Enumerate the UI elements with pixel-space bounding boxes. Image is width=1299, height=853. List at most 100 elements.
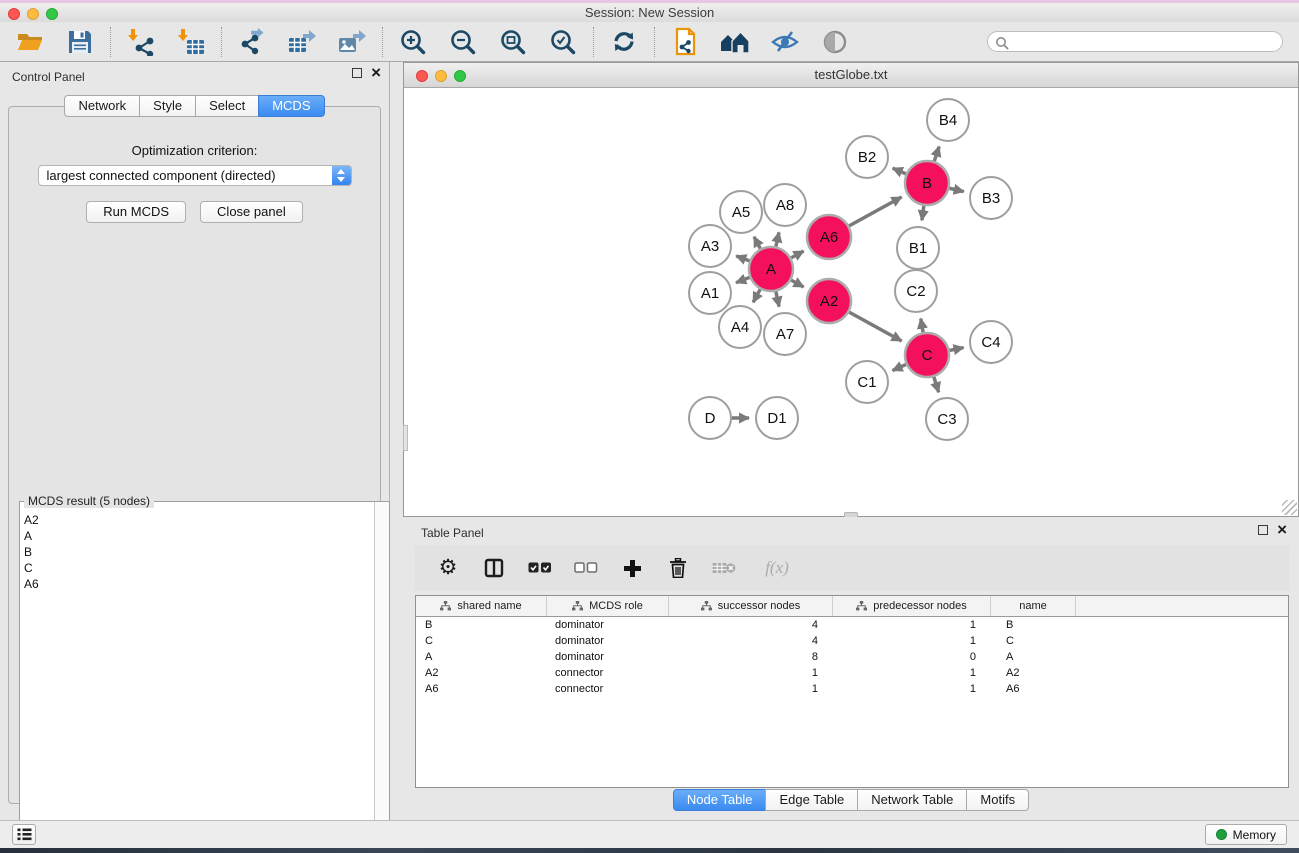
edge-C-C2[interactable] xyxy=(921,319,923,333)
result-item[interactable]: A6 xyxy=(24,576,373,592)
node-A6[interactable]: A6 xyxy=(807,215,851,259)
network-window-titlebar[interactable]: testGlobe.txt xyxy=(404,63,1298,88)
edge-A-A1[interactable] xyxy=(736,277,750,282)
node-B1[interactable]: B1 xyxy=(897,227,939,269)
refresh-view-button[interactable] xyxy=(608,26,640,58)
node-A7[interactable]: A7 xyxy=(764,313,806,355)
show-panels-button[interactable] xyxy=(12,824,36,845)
mcds-result-list[interactable]: A2ABCA6 xyxy=(21,510,373,839)
edge-C-C1[interactable] xyxy=(893,364,906,370)
tab-style[interactable]: Style xyxy=(139,95,196,117)
column-header-successor-nodes[interactable]: successor nodes xyxy=(669,596,833,616)
show-graphics-details-button[interactable] xyxy=(819,26,851,58)
edge-A-A3[interactable] xyxy=(736,256,749,261)
hide-graphics-details-button[interactable] xyxy=(769,26,801,58)
cyndex-browser-button[interactable] xyxy=(719,26,751,58)
result-item[interactable]: C xyxy=(24,560,373,576)
search-field[interactable] xyxy=(987,31,1283,52)
import-table-button[interactable] xyxy=(175,26,207,58)
node-A2[interactable]: A2 xyxy=(807,279,851,323)
function-builder-button[interactable]: f(x) xyxy=(757,553,797,583)
node-B3[interactable]: B3 xyxy=(970,177,1012,219)
node-A4[interactable]: A4 xyxy=(719,306,761,348)
float-panel-icon[interactable] xyxy=(352,68,362,78)
table-row[interactable]: Bdominator41B xyxy=(416,617,1288,633)
new-network-from-selection-button[interactable] xyxy=(669,26,701,58)
edge-A2-C[interactable] xyxy=(849,312,901,341)
node-C1[interactable]: C1 xyxy=(846,361,888,403)
node-A8[interactable]: A8 xyxy=(764,184,806,226)
edge-A-A2[interactable] xyxy=(791,280,803,287)
node-C4[interactable]: C4 xyxy=(970,321,1012,363)
memory-button[interactable]: Memory xyxy=(1205,824,1287,845)
export-table-button[interactable] xyxy=(286,26,318,58)
tab-select[interactable]: Select xyxy=(195,95,259,117)
tab-network-table[interactable]: Network Table xyxy=(857,789,967,811)
open-session-button[interactable] xyxy=(14,26,46,58)
optimization-criterion-dropdown[interactable]: largest connected component (directed) xyxy=(38,165,352,186)
tab-motifs[interactable]: Motifs xyxy=(966,789,1029,811)
column-layout-button[interactable] xyxy=(481,553,507,583)
table-row[interactable]: A6connector11A6 xyxy=(416,681,1288,697)
pane-divider-handle[interactable] xyxy=(403,425,408,451)
import-network-button[interactable] xyxy=(125,26,157,58)
edge-A-A7[interactable] xyxy=(776,291,779,306)
edge-A-A8[interactable] xyxy=(776,232,779,246)
close-panel-button[interactable]: Close panel xyxy=(200,201,303,223)
table-row[interactable]: Adominator80A xyxy=(416,649,1288,665)
edge-A-A4[interactable] xyxy=(753,289,760,302)
edge-B-B4[interactable] xyxy=(934,147,939,162)
resize-grip-icon[interactable] xyxy=(1282,500,1297,515)
node-A1[interactable]: A1 xyxy=(689,272,731,314)
node-B4[interactable]: B4 xyxy=(927,99,969,141)
node-A[interactable]: A xyxy=(749,247,793,291)
node-C2[interactable]: C2 xyxy=(895,270,937,312)
node-C3[interactable]: C3 xyxy=(926,398,968,440)
edge-B-B2[interactable] xyxy=(893,168,906,174)
table-row[interactable]: Cdominator41C xyxy=(416,633,1288,649)
select-all-button[interactable] xyxy=(527,553,553,583)
delete-table-button[interactable] xyxy=(711,553,737,583)
run-mcds-button[interactable]: Run MCDS xyxy=(86,201,186,223)
table-row[interactable]: A2connector11A2 xyxy=(416,665,1288,681)
close-panel-icon[interactable]: × xyxy=(1277,525,1287,535)
node-D[interactable]: D xyxy=(689,397,731,439)
float-panel-icon[interactable] xyxy=(1258,525,1268,535)
zoom-fit-button[interactable] xyxy=(497,26,529,58)
close-panel-icon[interactable]: × xyxy=(371,68,381,78)
result-item[interactable]: A2 xyxy=(24,512,373,528)
tab-network[interactable]: Network xyxy=(64,95,140,117)
zoom-out-button[interactable] xyxy=(447,26,479,58)
node-A5[interactable]: A5 xyxy=(720,191,762,233)
save-session-button[interactable] xyxy=(64,26,96,58)
result-scrollbar[interactable] xyxy=(374,502,389,840)
zoom-in-button[interactable] xyxy=(397,26,429,58)
column-header-MCDS-role[interactable]: MCDS role xyxy=(547,596,669,616)
result-item[interactable]: A xyxy=(24,528,373,544)
search-input[interactable] xyxy=(1012,35,1262,49)
tab-mcds[interactable]: MCDS xyxy=(258,95,324,117)
column-header-name[interactable]: name xyxy=(991,596,1076,616)
export-network-button[interactable] xyxy=(236,26,268,58)
export-image-button[interactable] xyxy=(336,26,368,58)
tab-node-table[interactable]: Node Table xyxy=(673,789,767,811)
table-settings-button[interactable]: ⚙ xyxy=(435,553,461,583)
node-A3[interactable]: A3 xyxy=(689,225,731,267)
edge-A-A5[interactable] xyxy=(754,237,760,249)
edge-C-C3[interactable] xyxy=(934,377,939,392)
zoom-selected-button[interactable] xyxy=(547,26,579,58)
column-header-shared-name[interactable]: shared name xyxy=(416,596,547,616)
node-D1[interactable]: D1 xyxy=(756,397,798,439)
deselect-all-button[interactable] xyxy=(573,553,599,583)
edge-B-B3[interactable] xyxy=(949,188,963,191)
node-B[interactable]: B xyxy=(905,161,949,205)
add-column-button[interactable] xyxy=(619,553,645,583)
edge-C-C4[interactable] xyxy=(950,348,964,351)
tab-edge-table[interactable]: Edge Table xyxy=(765,789,858,811)
network-canvas[interactable]: AA1A2A3A4A5A6A7A8BB1B2B3B4CC1C2C3C4DD1 xyxy=(404,88,1298,516)
delete-column-button[interactable] xyxy=(665,553,691,583)
node-C[interactable]: C xyxy=(905,333,949,377)
column-header-predecessor-nodes[interactable]: predecessor nodes xyxy=(833,596,991,616)
edge-B-B1[interactable] xyxy=(922,206,924,220)
result-item[interactable]: B xyxy=(24,544,373,560)
